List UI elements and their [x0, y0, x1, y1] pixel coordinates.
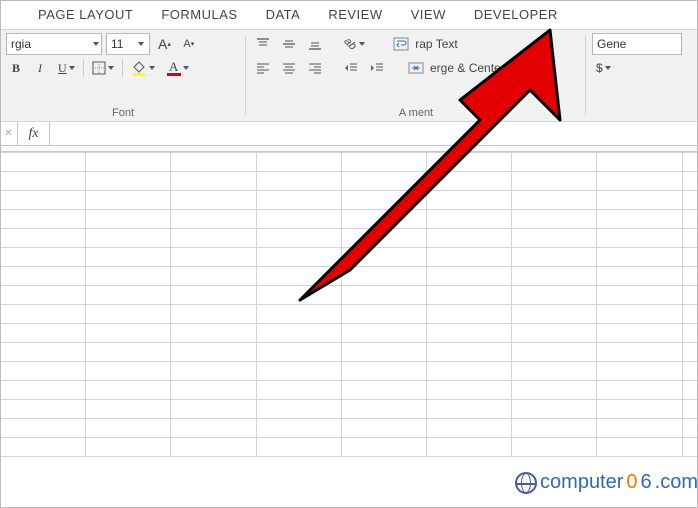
- align-right-button[interactable]: [304, 57, 326, 79]
- chevron-down-icon: [149, 66, 155, 70]
- watermark-text-4: .com: [655, 471, 698, 494]
- wrap-text-button[interactable]: rap Text: [387, 33, 463, 55]
- paint-bucket-icon: [131, 60, 147, 76]
- currency-icon: $: [596, 61, 603, 75]
- insert-function-button[interactable]: fx: [18, 122, 50, 145]
- merge-center-icon: [408, 60, 424, 76]
- increase-indent-button[interactable]: [366, 57, 388, 79]
- fill-color-button[interactable]: [127, 57, 159, 79]
- watermark-text-3: 6: [641, 471, 652, 494]
- currency-button[interactable]: $: [592, 57, 615, 79]
- merge-center-button[interactable]: erge & Center: [402, 57, 527, 79]
- tab-view[interactable]: VIEW: [411, 7, 446, 22]
- formula-input[interactable]: [50, 122, 698, 145]
- decrease-indent-icon: [344, 61, 358, 75]
- shrink-font-button[interactable]: A▾: [179, 33, 199, 55]
- group-font: A▴ A▾ B I U: [0, 30, 246, 121]
- wrap-text-label: rap Text: [415, 37, 457, 51]
- tab-page-layout[interactable]: PAGE LAYOUT: [38, 7, 133, 22]
- align-left-icon: [256, 61, 270, 75]
- align-top-icon: [256, 37, 270, 51]
- align-bottom-button[interactable]: [304, 33, 326, 55]
- align-center-icon: [282, 61, 296, 75]
- wrap-text-icon: [393, 36, 409, 52]
- orientation-button[interactable]: ab: [340, 33, 369, 55]
- grow-font-button[interactable]: A▴: [154, 33, 175, 55]
- shrink-font-icon: A: [183, 38, 190, 50]
- chevron-down-icon: [108, 66, 114, 70]
- font-name-combo[interactable]: [6, 33, 102, 55]
- group-alignment: ab rap Text: [246, 30, 586, 121]
- chevron-down-icon: [359, 42, 365, 46]
- font-size-combo[interactable]: [106, 33, 150, 55]
- chevron-down-icon: [69, 66, 75, 70]
- align-middle-button[interactable]: [278, 33, 300, 55]
- group-number: $: [586, 30, 698, 121]
- formula-bar-cancel: ✕: [0, 122, 18, 145]
- align-bottom-icon: [308, 37, 322, 51]
- font-color-icon: A: [169, 61, 178, 73]
- tab-data[interactable]: DATA: [266, 7, 301, 22]
- align-middle-icon: [282, 37, 296, 51]
- number-format-input[interactable]: [597, 37, 679, 51]
- font-color-button[interactable]: A: [163, 57, 193, 79]
- border-icon: [92, 61, 106, 75]
- font-size-input[interactable]: [111, 37, 135, 51]
- group-label-font: Font: [6, 105, 240, 119]
- borders-button[interactable]: [88, 57, 118, 79]
- italic-button[interactable]: I: [30, 57, 50, 79]
- increase-indent-icon: [370, 61, 384, 75]
- decrease-indent-button[interactable]: [340, 57, 362, 79]
- number-format-combo[interactable]: [592, 33, 682, 55]
- merge-center-label: erge & Center: [430, 61, 505, 75]
- chevron-down-icon: [515, 66, 521, 70]
- chevron-down-icon: [138, 42, 144, 46]
- tab-formulas[interactable]: FORMULAS: [161, 7, 237, 22]
- watermark: computer06.com: [515, 471, 698, 494]
- cells-table[interactable]: [0, 152, 698, 457]
- ribbon: A▴ A▾ B I U: [0, 30, 698, 122]
- worksheet-grid[interactable]: [0, 152, 698, 457]
- chevron-down-icon: [93, 42, 99, 46]
- grow-font-icon: A: [158, 36, 167, 52]
- tab-review[interactable]: REVIEW: [328, 7, 382, 22]
- bold-button[interactable]: B: [6, 57, 26, 79]
- group-label-alignment: A ment: [252, 105, 580, 119]
- underline-button[interactable]: U: [54, 57, 79, 79]
- formula-bar: ✕ fx: [0, 122, 698, 146]
- chevron-down-icon: [605, 66, 611, 70]
- watermark-text-2: 0: [626, 471, 637, 494]
- align-left-button[interactable]: [252, 57, 274, 79]
- watermark-text-1: computer: [540, 471, 623, 494]
- chevron-down-icon: [183, 66, 189, 70]
- globe-icon: [515, 472, 537, 494]
- orientation-icon: ab: [342, 35, 359, 52]
- align-top-button[interactable]: [252, 33, 274, 55]
- align-right-icon: [308, 61, 322, 75]
- ribbon-tabs: PAGE LAYOUT FORMULAS DATA REVIEW VIEW DE…: [0, 0, 698, 30]
- tab-developer[interactable]: DEVELOPER: [474, 7, 558, 22]
- underline-icon: U: [58, 61, 67, 76]
- align-center-button[interactable]: [278, 57, 300, 79]
- font-name-input[interactable]: [11, 37, 90, 51]
